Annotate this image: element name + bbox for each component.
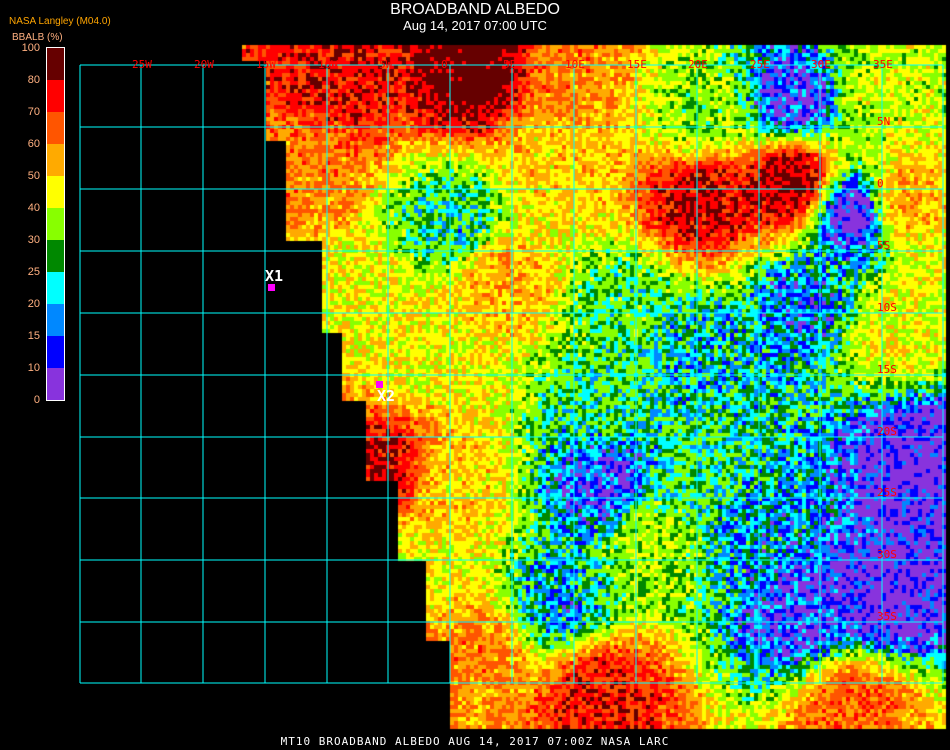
latitude-label: 10S xyxy=(877,301,897,314)
legend-tick-label: 40 xyxy=(27,202,40,214)
legend-bin-20-25 xyxy=(47,272,64,304)
longitude-label: 20W xyxy=(194,58,214,71)
legend-tick-label: 70 xyxy=(27,106,40,118)
longitude-label: 35E xyxy=(873,58,893,71)
longitude-label: 20E xyxy=(688,58,708,71)
latitude-label: 30S xyxy=(877,548,897,561)
legend-bin-50-60 xyxy=(47,144,64,176)
longitude-label: 10E xyxy=(565,58,585,71)
latitude-label: 5N xyxy=(877,115,891,128)
latitude-label: 25S xyxy=(877,486,897,499)
marker-x1-label: X1 xyxy=(265,267,284,285)
color-legend-bar xyxy=(46,47,65,401)
legend-source: NASA Langley (M04.0) xyxy=(9,16,111,27)
longitude-label: 5W xyxy=(379,58,393,71)
longitude-label: 15E xyxy=(627,58,647,71)
legend-bin-0-10 xyxy=(47,368,64,400)
marker-x2-label: X2 xyxy=(377,387,396,405)
latitude-label: 0 xyxy=(877,177,884,190)
legend-tick-label: 25 xyxy=(27,266,40,278)
legend-tick-label: 30 xyxy=(27,234,40,246)
longitude-label: 25E xyxy=(750,58,770,71)
map-title: BROADBAND ALBEDO xyxy=(390,1,560,18)
legend-bin-25-30 xyxy=(47,240,64,272)
marker-x1[interactable] xyxy=(268,284,275,291)
legend-tick-label: 80 xyxy=(27,74,40,86)
legend-tick-label: 100 xyxy=(21,42,40,54)
longitude-label: 15W xyxy=(256,58,276,71)
latitude-label: 15S xyxy=(877,363,897,376)
lat-lon-grid xyxy=(79,64,944,684)
latitude-label: 35S xyxy=(877,610,897,623)
legend-bin-80-100 xyxy=(47,48,64,80)
legend-tick-label: 10 xyxy=(27,362,40,374)
legend-bin-10-15 xyxy=(47,336,64,368)
footer-caption: MT10 BROADBAND ALBEDO AUG 14, 2017 07:00… xyxy=(280,735,670,748)
latitude-label: 5S xyxy=(877,239,891,252)
longitude-label: 30E xyxy=(811,58,831,71)
legend-bin-60-70 xyxy=(47,112,64,144)
longitude-label: 25W xyxy=(132,58,152,71)
legend-bin-15-20 xyxy=(47,304,64,336)
legend-tick-label: 20 xyxy=(27,298,40,310)
legend-tick-label: 50 xyxy=(27,170,40,182)
longitude-label: 10W xyxy=(318,58,338,71)
longitude-label: 0 xyxy=(441,58,448,71)
longitude-label: 5E xyxy=(503,58,517,71)
latitude-label: 20S xyxy=(877,425,897,438)
legend-bin-40-50 xyxy=(47,176,64,208)
legend-tick-label: 60 xyxy=(27,138,40,150)
map-subtitle: Aug 14, 2017 07:00 UTC xyxy=(403,18,547,33)
legend-bin-70-80 xyxy=(47,80,64,112)
legend-bin-30-40 xyxy=(47,208,64,240)
legend-tick-label: 0 xyxy=(33,394,40,406)
legend-tick-label: 15 xyxy=(27,330,40,342)
